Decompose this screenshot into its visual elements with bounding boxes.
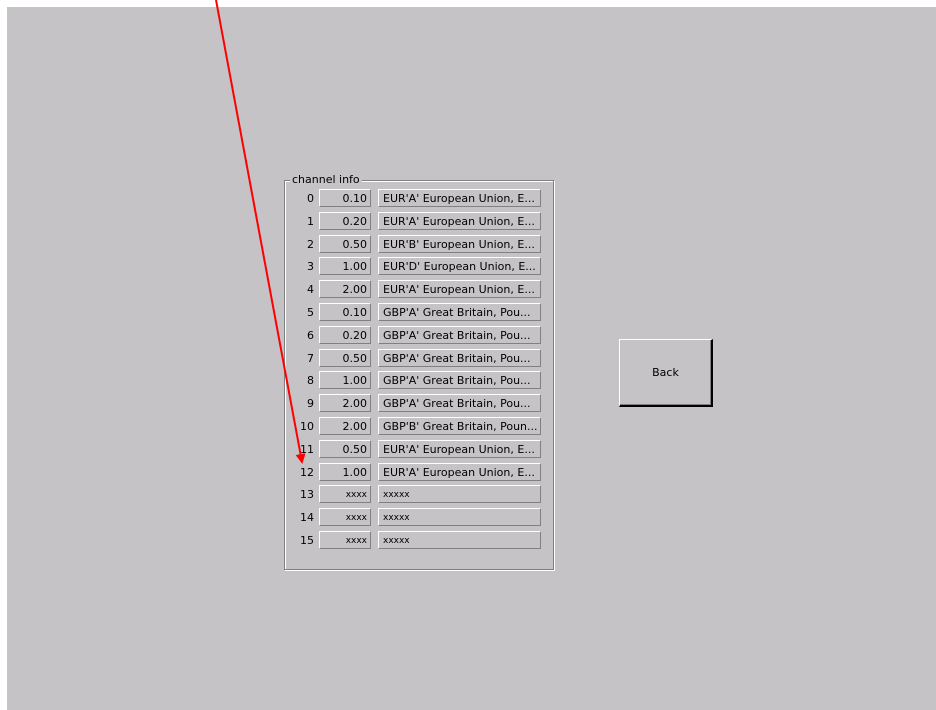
annotation-arrow-line <box>215 0 306 464</box>
annotation-arrow <box>215 0 306 464</box>
